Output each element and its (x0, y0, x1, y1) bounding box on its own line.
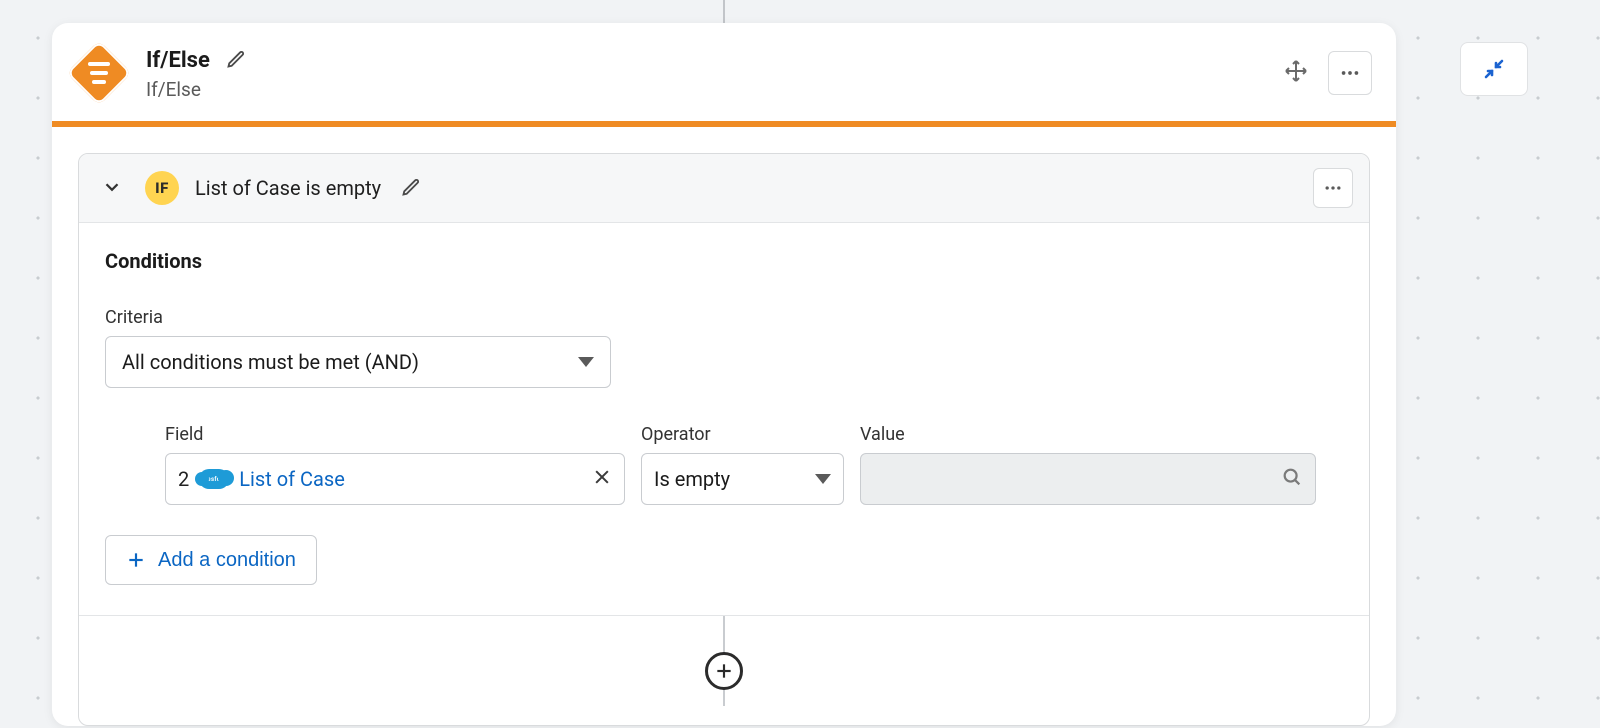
if-branch-panel: IF List of Case is empty Conditions Crit… (78, 153, 1370, 726)
criteria-label: Criteria (105, 307, 1343, 328)
connector-line-top (723, 0, 725, 23)
flow-canvas[interactable]: If/Else If/Else (0, 0, 1600, 728)
operator-select[interactable]: Is empty (641, 453, 844, 505)
move-icon (1284, 59, 1308, 83)
branch-more-menu-button[interactable] (1313, 168, 1353, 208)
collapse-branch-button[interactable] (95, 170, 129, 207)
collapse-icon (1482, 57, 1506, 81)
conditions-heading: Conditions (105, 249, 1343, 273)
edit-node-title-button[interactable] (222, 45, 250, 76)
clear-field-button[interactable] (592, 467, 612, 492)
node-title: If/Else (146, 48, 210, 73)
node-more-menu-button[interactable] (1328, 51, 1372, 95)
field-name: List of Case (239, 467, 345, 491)
pencil-icon (401, 177, 421, 197)
close-icon (592, 467, 612, 487)
branch-header: IF List of Case is empty (79, 154, 1369, 223)
caret-down-icon (578, 357, 594, 367)
node-header: If/Else If/Else (52, 23, 1396, 121)
field-column-label: Field (165, 424, 625, 445)
value-input[interactable] (860, 453, 1316, 505)
branch-title: List of Case is empty (195, 176, 381, 200)
add-condition-button[interactable]: Add a condition (105, 535, 317, 585)
operator-column-label: Operator (641, 424, 844, 445)
salesforce-icon: salesforce (199, 469, 229, 489)
pencil-icon (226, 49, 246, 69)
caret-down-icon (815, 474, 831, 484)
criteria-value: All conditions must be met (AND) (122, 350, 419, 374)
operator-value: Is empty (654, 467, 730, 491)
edit-branch-title-button[interactable] (397, 173, 425, 204)
if-badge: IF (145, 171, 179, 205)
move-handle[interactable] (1278, 53, 1314, 93)
plus-icon (714, 661, 734, 681)
condition-row: Field 2 salesforce List of Case (105, 424, 1343, 505)
more-horizontal-icon (1339, 62, 1361, 84)
node-subtitle: If/Else (146, 78, 1258, 101)
add-condition-label: Add a condition (158, 549, 296, 572)
add-step-button[interactable] (705, 652, 743, 690)
search-icon (1281, 466, 1303, 493)
chevron-down-icon (101, 176, 123, 198)
ifelse-node-card: If/Else If/Else (52, 23, 1396, 726)
plus-icon (126, 550, 146, 570)
criteria-select[interactable]: All conditions must be met (AND) (105, 336, 611, 388)
field-input[interactable]: 2 salesforce List of Case (165, 453, 625, 505)
ifelse-node-icon (66, 40, 131, 105)
branch-connector (79, 615, 1369, 725)
value-column-label: Value (860, 424, 1316, 445)
more-horizontal-icon (1323, 178, 1343, 198)
collapse-panel-button[interactable] (1460, 42, 1528, 96)
step-number: 2 (178, 467, 189, 491)
